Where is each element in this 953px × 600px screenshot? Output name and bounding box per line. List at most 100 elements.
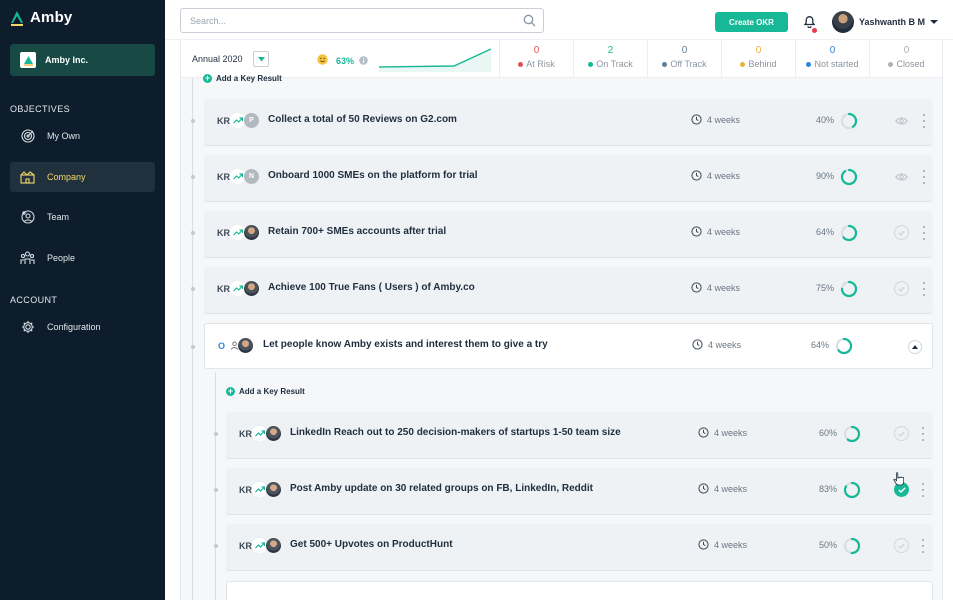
status-count-not-started[interactable]: 0 Not started xyxy=(795,40,869,78)
key-result-card[interactable]: KR Retain 700+ SMEs accounts after trial 4… xyxy=(204,211,933,257)
more-options-icon[interactable] xyxy=(922,170,926,184)
org-name: Amby Inc. xyxy=(45,55,89,65)
kr-title: Get 500+ Upvotes on ProductHunt xyxy=(290,539,453,550)
kr-badge: KR xyxy=(217,172,230,182)
notification-dot xyxy=(812,28,817,33)
status-label: On Track xyxy=(596,59,633,69)
status-dot xyxy=(662,61,668,67)
sidebar-item-label: Configuration xyxy=(47,322,101,332)
status-label-row: Closed xyxy=(870,59,942,69)
more-options-icon[interactable] xyxy=(922,282,926,296)
check-icon xyxy=(898,543,905,549)
more-options-icon[interactable] xyxy=(921,483,925,497)
tree-node xyxy=(191,175,195,179)
mark-complete-button[interactable] xyxy=(894,281,909,296)
key-result-card[interactable]: KR P Collect a total of 50 Reviews on G2.c… xyxy=(204,99,933,145)
duration-text: 4 weeks xyxy=(707,170,741,181)
sidebar-item-people[interactable]: People xyxy=(10,243,155,273)
main-content: Annual 2020 63% 0 At Risk 2 On Track 0 Off Tr… xyxy=(180,40,943,600)
sidebar-item-team[interactable]: Team xyxy=(10,202,155,232)
duration-text: 4 weeks xyxy=(707,226,741,237)
mark-complete-button[interactable] xyxy=(894,426,909,441)
progress-ring xyxy=(843,537,861,555)
user-name: Yashwanth B M xyxy=(859,17,926,27)
check-icon xyxy=(898,230,905,236)
collapse-button[interactable] xyxy=(908,340,922,354)
duration: 4 weeks xyxy=(691,226,740,237)
objective-card[interactable]: O Let people know Amby exists and intere… xyxy=(204,323,933,369)
sidebar-item-company[interactable]: Company xyxy=(10,162,155,192)
more-options-icon[interactable] xyxy=(922,226,926,240)
mark-complete-button[interactable] xyxy=(894,538,909,553)
search-input[interactable]: Search... xyxy=(180,8,544,33)
add-key-result-button[interactable]: + Add a Key Result xyxy=(226,387,305,396)
status-count-closed[interactable]: 0 Closed xyxy=(869,40,942,78)
duration: 4 weeks xyxy=(691,170,740,181)
status-count-on-track[interactable]: 2 On Track xyxy=(573,40,647,78)
kr-badge: KR xyxy=(217,284,230,294)
status-count-value: 0 xyxy=(533,45,540,56)
info-icon[interactable] xyxy=(359,56,368,65)
status-label: Behind xyxy=(748,59,777,69)
add-key-result-button[interactable]: + Add a Key Result xyxy=(203,74,282,83)
more-options-icon[interactable] xyxy=(921,539,925,553)
avatar xyxy=(266,538,281,553)
status-dot xyxy=(588,61,594,67)
user-menu[interactable]: Yashwanth B M xyxy=(832,11,939,33)
key-result-card[interactable]: KR Achieve 100 True Fans ( Users ) of Amb… xyxy=(204,267,933,313)
avatar xyxy=(266,482,281,497)
clock-icon xyxy=(691,170,702,181)
duration: 4 weeks xyxy=(698,427,747,438)
sidebar-item-my-own[interactable]: My Own xyxy=(10,121,155,151)
watch-button[interactable] xyxy=(894,113,909,128)
status-count-at-risk[interactable]: 0 At Risk xyxy=(499,40,573,78)
kr-badge: KR xyxy=(217,116,230,126)
key-result-card[interactable]: KR Get 500+ Upvotes on ProductHunt 4 weeks… xyxy=(226,524,933,570)
clock-icon xyxy=(698,539,709,550)
chevron-up-icon xyxy=(912,345,918,349)
progress-text: 90% xyxy=(816,171,835,181)
tree-node xyxy=(214,544,218,548)
scrollbar[interactable] xyxy=(943,40,953,600)
eye-icon xyxy=(895,173,908,180)
more-options-icon[interactable] xyxy=(921,427,925,441)
sidebar-item-configuration[interactable]: Configuration xyxy=(10,312,155,342)
clock-icon xyxy=(691,282,702,293)
gear-icon xyxy=(20,320,35,335)
org-switcher[interactable]: Amby Inc. xyxy=(10,44,155,76)
kr-badge: KR xyxy=(239,429,252,439)
kr-title: Post Amby update on 30 related groups on… xyxy=(290,483,593,494)
app-logo[interactable]: Amby xyxy=(10,9,72,26)
status-label: Not started xyxy=(814,59,859,69)
more-options-icon[interactable] xyxy=(922,114,926,128)
notifications-button[interactable] xyxy=(803,14,817,33)
building-icon xyxy=(20,170,35,185)
tree-node xyxy=(191,119,195,123)
trend-up-icon xyxy=(230,281,245,296)
status-label-row: Off Track xyxy=(648,59,721,69)
progress-text: 64% xyxy=(811,340,830,350)
key-result-card[interactable]: KR N Onboard 1000 SMEs on the platform for… xyxy=(204,155,933,201)
key-result-card[interactable]: KR Post Amby update on 30 related groups … xyxy=(226,468,933,514)
status-count-off-track[interactable]: 0 Off Track xyxy=(647,40,721,78)
status-dot xyxy=(740,61,746,67)
kr-title: LinkedIn Reach out to 250 decision-maker… xyxy=(290,427,621,438)
period-dropdown[interactable] xyxy=(253,51,269,67)
key-result-card[interactable] xyxy=(226,581,933,600)
status-count-behind[interactable]: 0 Behind xyxy=(721,40,795,78)
duration-text: 4 weeks xyxy=(707,114,741,125)
trend-up-icon xyxy=(230,225,245,240)
create-okr-button[interactable]: Create OKR xyxy=(715,12,788,32)
chevron-down-icon xyxy=(257,56,265,61)
eye-icon xyxy=(895,117,908,124)
mark-complete-button[interactable] xyxy=(894,225,909,240)
clock-icon xyxy=(698,483,709,494)
trend-up-icon xyxy=(252,538,267,553)
status-count-value: 0 xyxy=(681,45,688,56)
tree-connector xyxy=(192,78,193,600)
org-logo-icon xyxy=(20,52,36,68)
key-result-card[interactable]: KR LinkedIn Reach out to 250 decision-mak… xyxy=(226,412,933,458)
search-icon[interactable] xyxy=(523,14,536,27)
avatar xyxy=(832,11,854,33)
watch-button[interactable] xyxy=(894,169,909,184)
